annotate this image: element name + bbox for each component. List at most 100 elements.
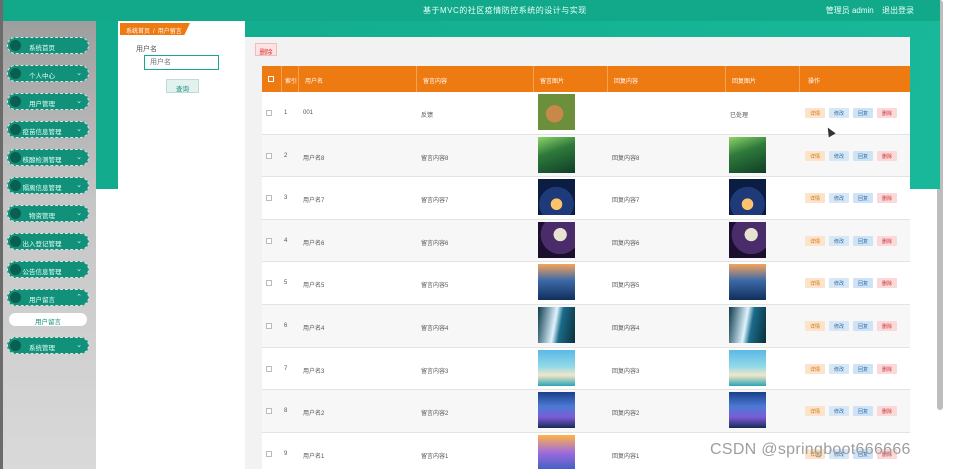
message-image[interactable]	[538, 94, 575, 130]
reply-button[interactable]: 回复	[853, 150, 873, 161]
detail-button[interactable]: 详情	[805, 320, 825, 331]
row-checkbox[interactable]	[266, 152, 272, 159]
sidebar-item-vaccine[interactable]: 疫苗信息管理 ⌄	[7, 121, 89, 138]
row-checkbox[interactable]	[266, 365, 272, 372]
edit-button[interactable]: 修改	[829, 108, 849, 118]
header-actions: 操作	[808, 79, 821, 85]
reply-image[interactable]	[729, 179, 766, 216]
detail-button[interactable]: 详情	[805, 363, 825, 374]
row-checkbox[interactable]	[266, 237, 272, 244]
table-row: 2 用户名8 留言内容8 回复内容8 详情 修改 回复 删除	[262, 134, 910, 178]
edit-button[interactable]: 修改	[829, 320, 849, 331]
detail-button[interactable]: 详情	[805, 235, 825, 246]
reply-button[interactable]: 回复	[853, 193, 873, 204]
sidebar-item-system[interactable]: 系统管理 ⌄	[7, 337, 89, 354]
reply-button[interactable]: 回复	[853, 278, 873, 289]
reply-button[interactable]: 回复	[853, 108, 873, 118]
detail-button[interactable]: 详情	[805, 278, 825, 289]
detail-button[interactable]: 详情	[805, 406, 825, 417]
cell-reply	[612, 92, 722, 134]
search-input[interactable]	[144, 55, 219, 70]
chevron-up-icon: ⌃	[76, 294, 82, 301]
edit-button[interactable]: 修改	[829, 235, 849, 246]
delete-button[interactable]: 删除	[877, 108, 897, 118]
sidebar-item-profile[interactable]: 个人中心 ⌄	[7, 65, 89, 82]
sidebar-item-home[interactable]: 系统首页	[7, 37, 89, 54]
logout-link[interactable]: 退出登录	[882, 6, 914, 15]
search-button[interactable]: 查询	[166, 79, 199, 93]
cell-index: 7	[284, 365, 288, 372]
header-reply-image: 回复图片	[726, 66, 800, 92]
row-checkbox[interactable]	[266, 322, 272, 329]
edit-button[interactable]: 修改	[829, 406, 849, 417]
sidebar-item-isolation[interactable]: 隔离信息管理 ⌄	[7, 177, 89, 194]
reply-button[interactable]: 回复	[853, 320, 873, 331]
message-image[interactable]	[538, 136, 575, 173]
row-actions: 详情 修改 回复 删除	[805, 278, 905, 289]
reply-button[interactable]: 回复	[853, 235, 873, 246]
reply-image[interactable]	[729, 264, 766, 301]
chevron-down-icon: ⌄	[76, 70, 82, 77]
cell-reply: 回复内容5	[612, 283, 640, 290]
header-select[interactable]	[262, 66, 282, 92]
sidebar-item-supplies[interactable]: 物资管理 ⌄	[7, 205, 89, 222]
delete-button[interactable]: 删除	[877, 193, 897, 204]
row-checkbox[interactable]	[266, 408, 272, 415]
cell-reply: 回复内容1	[612, 453, 640, 460]
table-row: 3 用户名7 留言内容7 回复内容7 详情 修改 回复 删除	[262, 177, 910, 220]
table-row: 1 001 反馈 已处理 详情 修改 回复 删除	[262, 92, 910, 135]
message-image[interactable]	[538, 434, 575, 469]
message-image[interactable]	[538, 349, 575, 386]
reply-image[interactable]	[729, 221, 766, 258]
delete-button[interactable]: 删除	[877, 406, 897, 417]
message-image[interactable]	[538, 179, 575, 216]
edit-button[interactable]: 修改	[829, 363, 849, 374]
row-checkbox[interactable]	[266, 280, 272, 287]
reply-button[interactable]: 回复	[853, 363, 873, 374]
cell-index: 1	[284, 110, 288, 116]
sidebar-item-access[interactable]: 出入登记管理 ⌄	[7, 233, 89, 250]
cell-content: 留言内容4	[421, 325, 449, 332]
delete-button[interactable]: 删除	[877, 320, 897, 331]
reply-image[interactable]	[729, 392, 766, 429]
reply-image[interactable]	[729, 306, 766, 343]
delete-button[interactable]: 删除	[877, 278, 897, 289]
delete-button[interactable]: 删除	[877, 150, 897, 161]
edit-button[interactable]: 修改	[829, 193, 849, 204]
delete-button[interactable]: 删除	[877, 363, 897, 374]
sidebar-item-users[interactable]: 用户管理 ⌄	[7, 93, 89, 110]
sidebar-item-notice[interactable]: 公告信息管理 ⌄	[7, 261, 89, 278]
row-checkbox[interactable]	[266, 450, 272, 457]
detail-button[interactable]: 详情	[805, 108, 825, 118]
edit-button[interactable]: 修改	[829, 150, 849, 161]
cell-reply: 回复内容8	[612, 155, 640, 162]
message-image[interactable]	[538, 221, 575, 258]
cell-index: 8	[284, 408, 288, 415]
row-checkbox[interactable]	[266, 110, 272, 116]
message-image[interactable]	[538, 306, 575, 343]
message-image[interactable]	[538, 264, 575, 301]
row-checkbox[interactable]	[266, 195, 272, 202]
cell-content: 留言内容1	[421, 453, 449, 460]
window-right-edge	[943, 0, 959, 469]
message-image[interactable]	[538, 392, 575, 429]
sidebar-item-test[interactable]: 核酸检测管理 ⌄	[7, 149, 89, 166]
chevron-down-icon: ⌄	[76, 266, 82, 273]
edit-button[interactable]: 修改	[829, 278, 849, 289]
header-content: 留言内容	[417, 66, 534, 92]
breadcrumb-home[interactable]: 系统首页	[126, 29, 150, 35]
breadcrumb-separator: /	[153, 29, 155, 35]
delete-button[interactable]: 删除	[877, 235, 897, 246]
reply-image[interactable]	[729, 136, 766, 173]
reply-image[interactable]	[729, 349, 766, 386]
sidebar-item-messages[interactable]: 用户留言 ⌃	[7, 289, 89, 306]
bulk-delete-button[interactable]: 删除	[255, 43, 277, 56]
cell-content: 留言内容3	[421, 368, 449, 375]
chevron-down-icon: ⌄	[76, 154, 82, 161]
detail-button[interactable]: 详情	[805, 150, 825, 161]
reply-button[interactable]: 回复	[853, 406, 873, 417]
sidebar-subitem-messages[interactable]: 用户留言	[9, 313, 87, 326]
cell-reply: 回复内容2	[612, 411, 640, 418]
select-all-checkbox[interactable]	[268, 76, 274, 82]
detail-button[interactable]: 详情	[805, 193, 825, 204]
